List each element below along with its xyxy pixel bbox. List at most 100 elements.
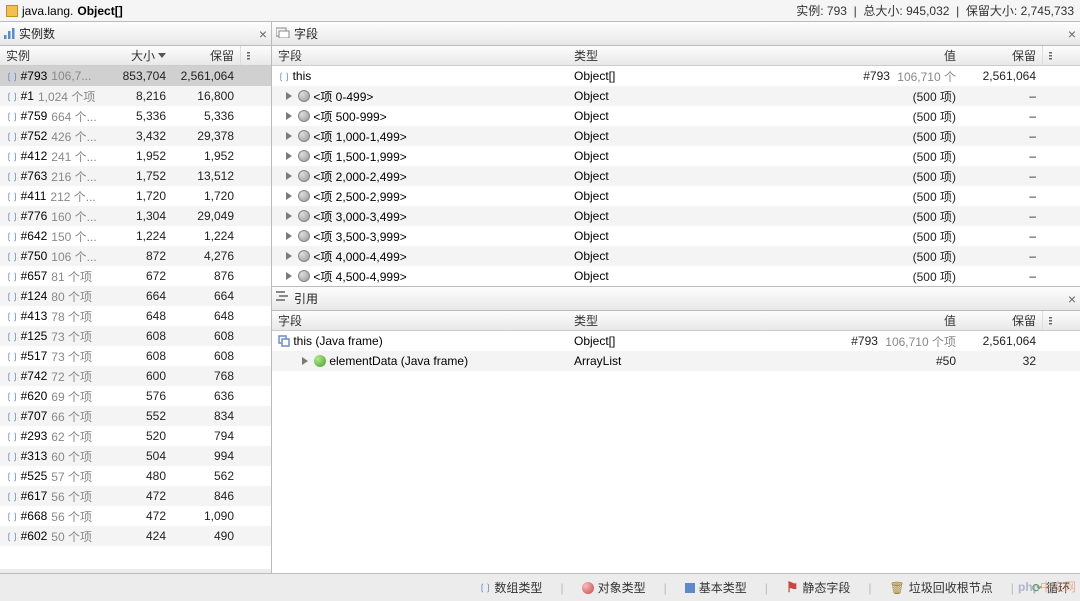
- field-type: Object: [568, 246, 716, 266]
- fcol-retained[interactable]: 保留: [962, 46, 1042, 65]
- expand-arrow-icon[interactable]: [286, 132, 292, 140]
- instance-size: 1,752: [112, 166, 172, 186]
- instance-row[interactable]: ❲❳ #52557 个项480562: [0, 466, 271, 486]
- array-icon: ❲❳: [6, 470, 17, 483]
- fields-rows[interactable]: ❲❳ thisObject[]#793 106,710 个2,561,064 <…: [272, 66, 1080, 286]
- array-icon: ❲❳: [6, 210, 17, 223]
- instances-rows[interactable]: ❲❳ #793106,7...853,7042,561,064❲❳ #11,02…: [0, 66, 271, 569]
- instance-name: #313: [21, 449, 48, 463]
- title-package: java.lang.: [22, 4, 73, 18]
- instance-dim: 241 个...: [51, 148, 96, 165]
- field-row[interactable]: <项 2,000-2,499>Object(500 项)–: [272, 166, 1080, 186]
- fields-table-header: 字段 类型 值 保留: [272, 46, 1080, 66]
- fcol-field[interactable]: 字段: [272, 46, 568, 65]
- object-icon: [298, 170, 310, 182]
- field-type: Object[]: [568, 66, 716, 86]
- expand-arrow-icon[interactable]: [286, 232, 292, 240]
- expand-arrow-icon[interactable]: [286, 252, 292, 260]
- instance-row[interactable]: ❲❳ #66856 个项4721,090: [0, 506, 271, 526]
- fcol-value[interactable]: 值: [716, 46, 962, 65]
- col-retained[interactable]: 保留: [172, 46, 240, 65]
- instance-row[interactable]: ❲❳ #12480 个项664664: [0, 286, 271, 306]
- field-value: #793: [863, 69, 890, 83]
- field-row[interactable]: <项 2,500-2,999>Object(500 项)–: [272, 186, 1080, 206]
- rcol-type[interactable]: 类型: [568, 311, 716, 330]
- field-retained: 2,561,064: [962, 66, 1042, 86]
- fields-icon: [276, 26, 290, 41]
- instance-row[interactable]: ❲❳ #12573 个项608608: [0, 326, 271, 346]
- instance-row[interactable]: ❲❳ #793106,7...853,7042,561,064: [0, 66, 271, 86]
- instance-row[interactable]: ❲❳ #74272 个项600768: [0, 366, 271, 386]
- expand-arrow-icon[interactable]: [286, 92, 292, 100]
- col-menu[interactable]: [240, 46, 256, 65]
- instance-dim: 212 个...: [50, 188, 95, 205]
- instance-row[interactable]: ❲❳ #750106 个...8724,276: [0, 246, 271, 266]
- instance-row[interactable]: ❲❳ #29362 个项520794: [0, 426, 271, 446]
- instance-row[interactable]: ❲❳ #51773 个项608608: [0, 346, 271, 366]
- fields-close-icon[interactable]: ×: [1068, 26, 1076, 42]
- expand-arrow-icon[interactable]: [286, 272, 292, 280]
- field-retained: –: [962, 266, 1042, 286]
- instance-row[interactable]: ❲❳ #61756 个项472846: [0, 486, 271, 506]
- expand-arrow-icon[interactable]: [302, 357, 308, 365]
- expand-arrow-icon[interactable]: [286, 152, 292, 160]
- instance-size: 424: [112, 526, 172, 546]
- instance-row[interactable]: ❲❳ #41378 个项648648: [0, 306, 271, 326]
- fcol-menu[interactable]: [1042, 46, 1058, 65]
- instance-row[interactable]: ❲❳ #412241 个...1,9521,952: [0, 146, 271, 166]
- field-row[interactable]: <项 4,500-4,999>Object(500 项)–: [272, 266, 1080, 286]
- rcol-value[interactable]: 值: [716, 311, 962, 330]
- instance-row[interactable]: ❲❳ #70766 个项552834: [0, 406, 271, 426]
- field-row[interactable]: <项 1,500-1,999>Object(500 项)–: [272, 146, 1080, 166]
- fcol-type[interactable]: 类型: [568, 46, 716, 65]
- instance-size: 1,224: [112, 226, 172, 246]
- instance-dim: 106,7...: [51, 69, 91, 83]
- instance-name: #750: [21, 249, 48, 263]
- instance-size: 600: [112, 366, 172, 386]
- instances-panel: 实例数 × 实例 大小 保留 ❲❳ #793106,7...853,7042,5…: [0, 22, 272, 573]
- instance-row[interactable]: ❲❳ #642150 个...1,2241,224: [0, 226, 271, 246]
- field-label: <项 3,500-3,999>: [313, 228, 406, 245]
- expand-arrow-icon[interactable]: [286, 172, 292, 180]
- instance-row[interactable]: ❲❳ #60250 个项424490: [0, 526, 271, 546]
- field-row[interactable]: <项 3,000-3,499>Object(500 项)–: [272, 206, 1080, 226]
- instance-name: #742: [21, 369, 48, 383]
- expand-arrow-icon[interactable]: [286, 212, 292, 220]
- instance-row[interactable]: ❲❳ #763216 个...1,75213,512: [0, 166, 271, 186]
- instance-name: #707: [21, 409, 48, 423]
- instance-row[interactable]: ❲❳ #11,024 个项8,21616,800: [0, 86, 271, 106]
- col-size[interactable]: 大小: [112, 46, 172, 65]
- rcol-retained[interactable]: 保留: [962, 311, 1042, 330]
- object-icon: [298, 230, 310, 242]
- expand-arrow-icon[interactable]: [286, 192, 292, 200]
- col-instance[interactable]: 实例: [0, 46, 112, 65]
- instance-row[interactable]: ❲❳ #62069 个项576636: [0, 386, 271, 406]
- field-row[interactable]: <项 4,000-4,499>Object(500 项)–: [272, 246, 1080, 266]
- field-label: <项 2,500-2,999>: [313, 188, 406, 205]
- ref-row[interactable]: this (Java frame)Object[]#793 106,710 个项…: [272, 331, 1080, 351]
- field-row[interactable]: <项 3,500-3,999>Object(500 项)–: [272, 226, 1080, 246]
- refs-close-icon[interactable]: ×: [1068, 291, 1076, 307]
- refs-table-header: 字段 类型 值 保留: [272, 311, 1080, 331]
- instances-close-icon[interactable]: ×: [259, 26, 267, 42]
- field-row[interactable]: <项 0-499>Object(500 项)–: [272, 86, 1080, 106]
- field-label: <项 2,000-2,499>: [313, 168, 406, 185]
- instance-name: #793: [21, 69, 48, 83]
- rcol-field[interactable]: 字段: [272, 311, 568, 330]
- instance-row[interactable]: ❲❳ #776160 个...1,30429,049: [0, 206, 271, 226]
- field-this-row[interactable]: ❲❳ thisObject[]#793 106,710 个2,561,064: [272, 66, 1080, 86]
- instance-row[interactable]: ❲❳ #752426 个...3,43229,378: [0, 126, 271, 146]
- fields-label: 字段: [294, 25, 318, 42]
- field-row[interactable]: <项 500-999>Object(500 项)–: [272, 106, 1080, 126]
- instance-row[interactable]: ❲❳ #411212 个...1,7201,720: [0, 186, 271, 206]
- ref-row[interactable]: elementData (Java frame)ArrayList#5032: [272, 351, 1080, 371]
- instance-row[interactable]: ❲❳ #31360 个项504994: [0, 446, 271, 466]
- expand-arrow-icon[interactable]: [286, 112, 292, 120]
- instance-size: 1,720: [112, 186, 172, 206]
- instance-row[interactable]: ❲❳ #759664 个...5,3365,336: [0, 106, 271, 126]
- instance-retained: 834: [172, 406, 240, 426]
- refs-rows[interactable]: this (Java frame)Object[]#793 106,710 个项…: [272, 331, 1080, 573]
- instance-row[interactable]: ❲❳ #65781 个项672876: [0, 266, 271, 286]
- field-row[interactable]: <项 1,000-1,499>Object(500 项)–: [272, 126, 1080, 146]
- rcol-menu[interactable]: [1042, 311, 1058, 330]
